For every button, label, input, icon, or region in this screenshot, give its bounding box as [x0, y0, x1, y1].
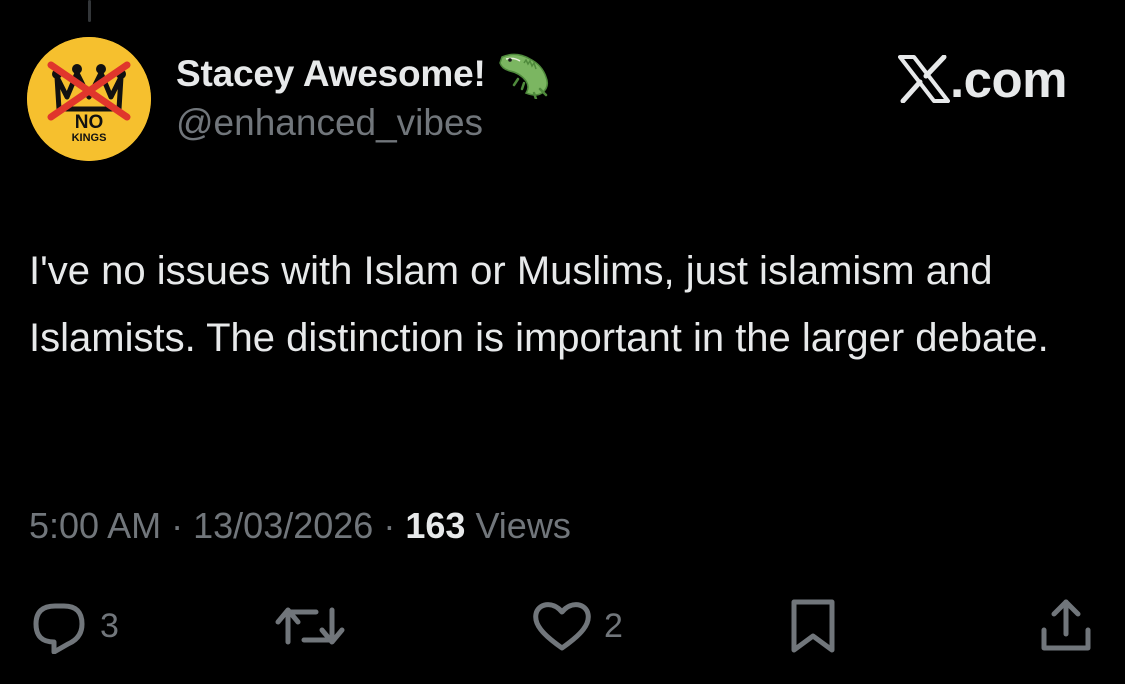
tweet-text: I've no issues with Islam or Muslims, ju… [29, 249, 1049, 360]
thread-connector-line [88, 0, 91, 22]
x-com-watermark: .com [897, 50, 1068, 108]
like-count: 2 [604, 606, 623, 645]
share-button[interactable] [1036, 596, 1096, 656]
reply-icon [33, 603, 85, 654]
no-kings-logo-icon: NO KINGS [27, 37, 151, 161]
tweet-time[interactable]: 5:00 AM [29, 505, 161, 546]
brand-domain: .com [949, 50, 1068, 108]
display-name[interactable]: Stacey Awesome! [176, 53, 486, 95]
tweet-date[interactable]: 13/03/2026 [193, 505, 373, 546]
action-bar: 3 2 [0, 596, 1125, 656]
reply-count: 3 [100, 606, 119, 645]
repost-button[interactable] [272, 596, 348, 656]
bookmark-icon [791, 599, 835, 653]
author-name-row[interactable]: Stacey Awesome! [176, 48, 554, 101]
share-icon [1041, 599, 1091, 651]
avatar-text-no: NO [75, 112, 104, 133]
heart-icon [533, 602, 591, 651]
meta-separator: · [383, 505, 396, 546]
tweet-meta: 5:00 AM · 13/03/2026 · 163 Views [29, 505, 571, 547]
repost-icon [275, 607, 345, 645]
like-button[interactable]: 2 [530, 596, 623, 656]
author-handle[interactable]: @enhanced_vibes [176, 102, 483, 144]
avatar-text-kings: KINGS [72, 132, 107, 144]
x-logo-icon [897, 54, 950, 104]
crocodile-emoji-icon [496, 49, 554, 101]
avatar[interactable]: NO KINGS [27, 37, 151, 161]
reply-button[interactable]: 3 [28, 596, 119, 656]
bookmark-button[interactable] [786, 596, 840, 656]
meta-separator: · [171, 505, 184, 546]
views-count: 163 [405, 505, 466, 546]
views-label: Views [475, 505, 571, 546]
